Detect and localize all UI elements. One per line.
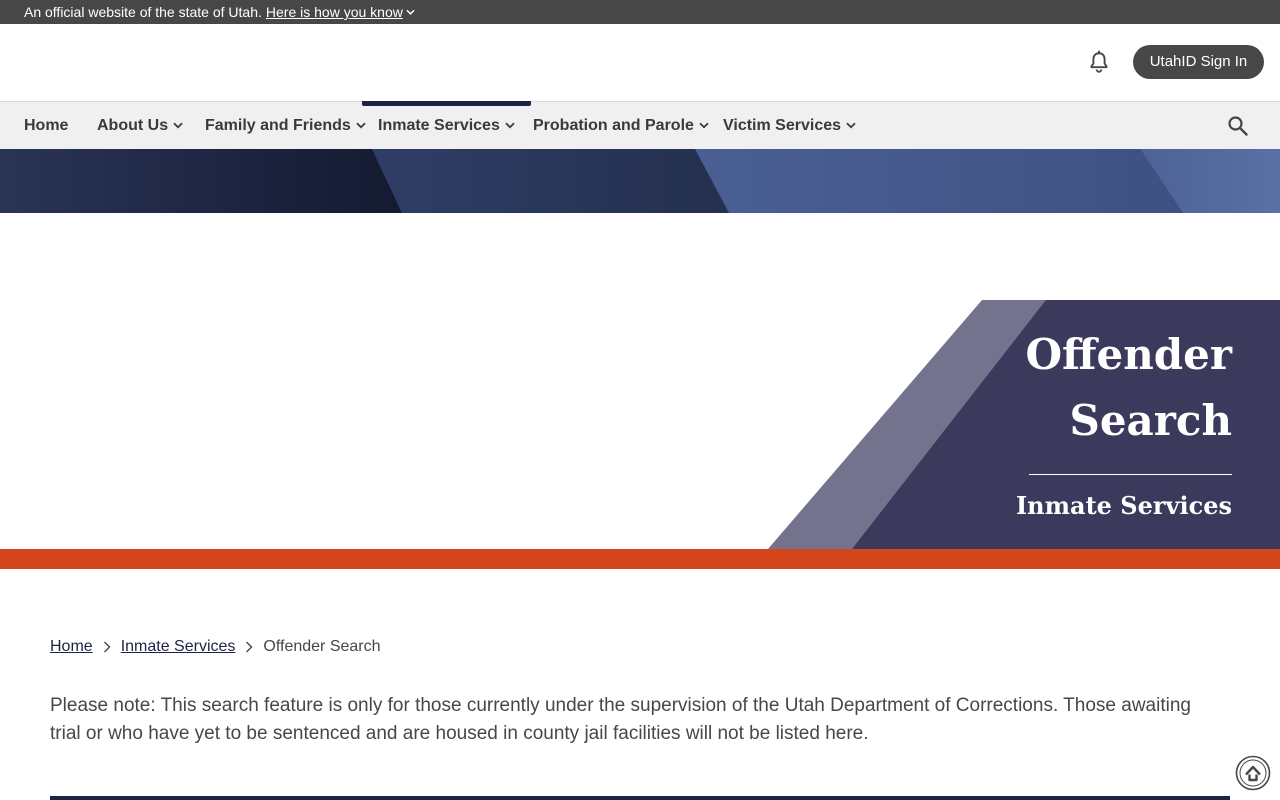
title-divider <box>1029 474 1232 475</box>
chevron-down-icon <box>505 122 515 129</box>
chevron-right-icon <box>245 641 253 653</box>
search-button[interactable] <box>1226 114 1250 138</box>
nav-item-probation-and-parole[interactable]: Probation and Parole <box>533 102 709 149</box>
how-you-know-link[interactable]: Here is how you know <box>266 0 415 24</box>
nav-item-label: Inmate Services <box>378 116 500 134</box>
nav-item-victim-services[interactable]: Victim Services <box>723 102 856 149</box>
nav-item-label: Home <box>24 116 69 134</box>
chevron-down-icon <box>356 122 366 129</box>
chevron-down-icon <box>406 9 415 15</box>
official-site-text: An official website of the state of Utah… <box>24 4 262 20</box>
chevron-down-icon <box>699 122 709 129</box>
nav-item-about-us[interactable]: About Us <box>97 102 183 149</box>
main-navigation: Home About Us Family and Friends Inmate … <box>0 101 1280 149</box>
nav-item-label: About Us <box>97 116 169 134</box>
chevron-down-icon <box>173 122 183 129</box>
site-header: UtahID Sign In <box>0 24 1280 101</box>
page-title: Offender Search <box>972 322 1232 454</box>
nav-item-home[interactable]: Home <box>24 102 68 149</box>
nav-item-label: Family and Friends <box>205 116 351 134</box>
chevron-right-icon <box>103 641 111 653</box>
official-site-banner: An official website of the state of Utah… <box>0 0 1280 24</box>
chevron-down-icon <box>846 122 856 129</box>
notifications-button[interactable] <box>1087 50 1111 74</box>
nav-item-label: Probation and Parole <box>533 116 694 134</box>
section-subtitle: Inmate Services <box>1015 491 1232 520</box>
nav-item-label: Victim Services <box>723 116 842 134</box>
accent-bar <box>0 549 1280 569</box>
nav-item-inmate-services[interactable]: Inmate Services <box>362 101 531 149</box>
how-you-know-label: Here is how you know <box>265 4 403 20</box>
supervision-notice: Please note: This search feature is only… <box>50 695 1191 744</box>
utahid-sign-in-button[interactable]: UtahID Sign In <box>1133 45 1264 79</box>
hero-banner-graphic <box>0 149 1280 213</box>
nav-item-family-and-friends[interactable]: Family and Friends <box>205 102 366 149</box>
breadcrumb: Home Inmate Services Offender Search <box>50 634 381 660</box>
breadcrumb-current: Offender Search <box>263 638 381 655</box>
arrow-up-circle-icon <box>1235 755 1271 791</box>
scroll-to-top-button[interactable] <box>1235 755 1271 791</box>
content-divider <box>50 796 1230 800</box>
breadcrumb-inmate-services-link[interactable]: Inmate Services <box>121 638 236 656</box>
bell-icon <box>1090 50 1108 73</box>
page-title-line-2: Search <box>1069 396 1232 445</box>
hero-banner-shapes <box>0 149 1280 213</box>
breadcrumb-home-link[interactable]: Home <box>50 638 93 656</box>
page-title-banner: Offender Search Inmate Services <box>0 300 1280 549</box>
page-title-line-1: Offender <box>1025 330 1232 379</box>
search-icon <box>1228 116 1248 136</box>
